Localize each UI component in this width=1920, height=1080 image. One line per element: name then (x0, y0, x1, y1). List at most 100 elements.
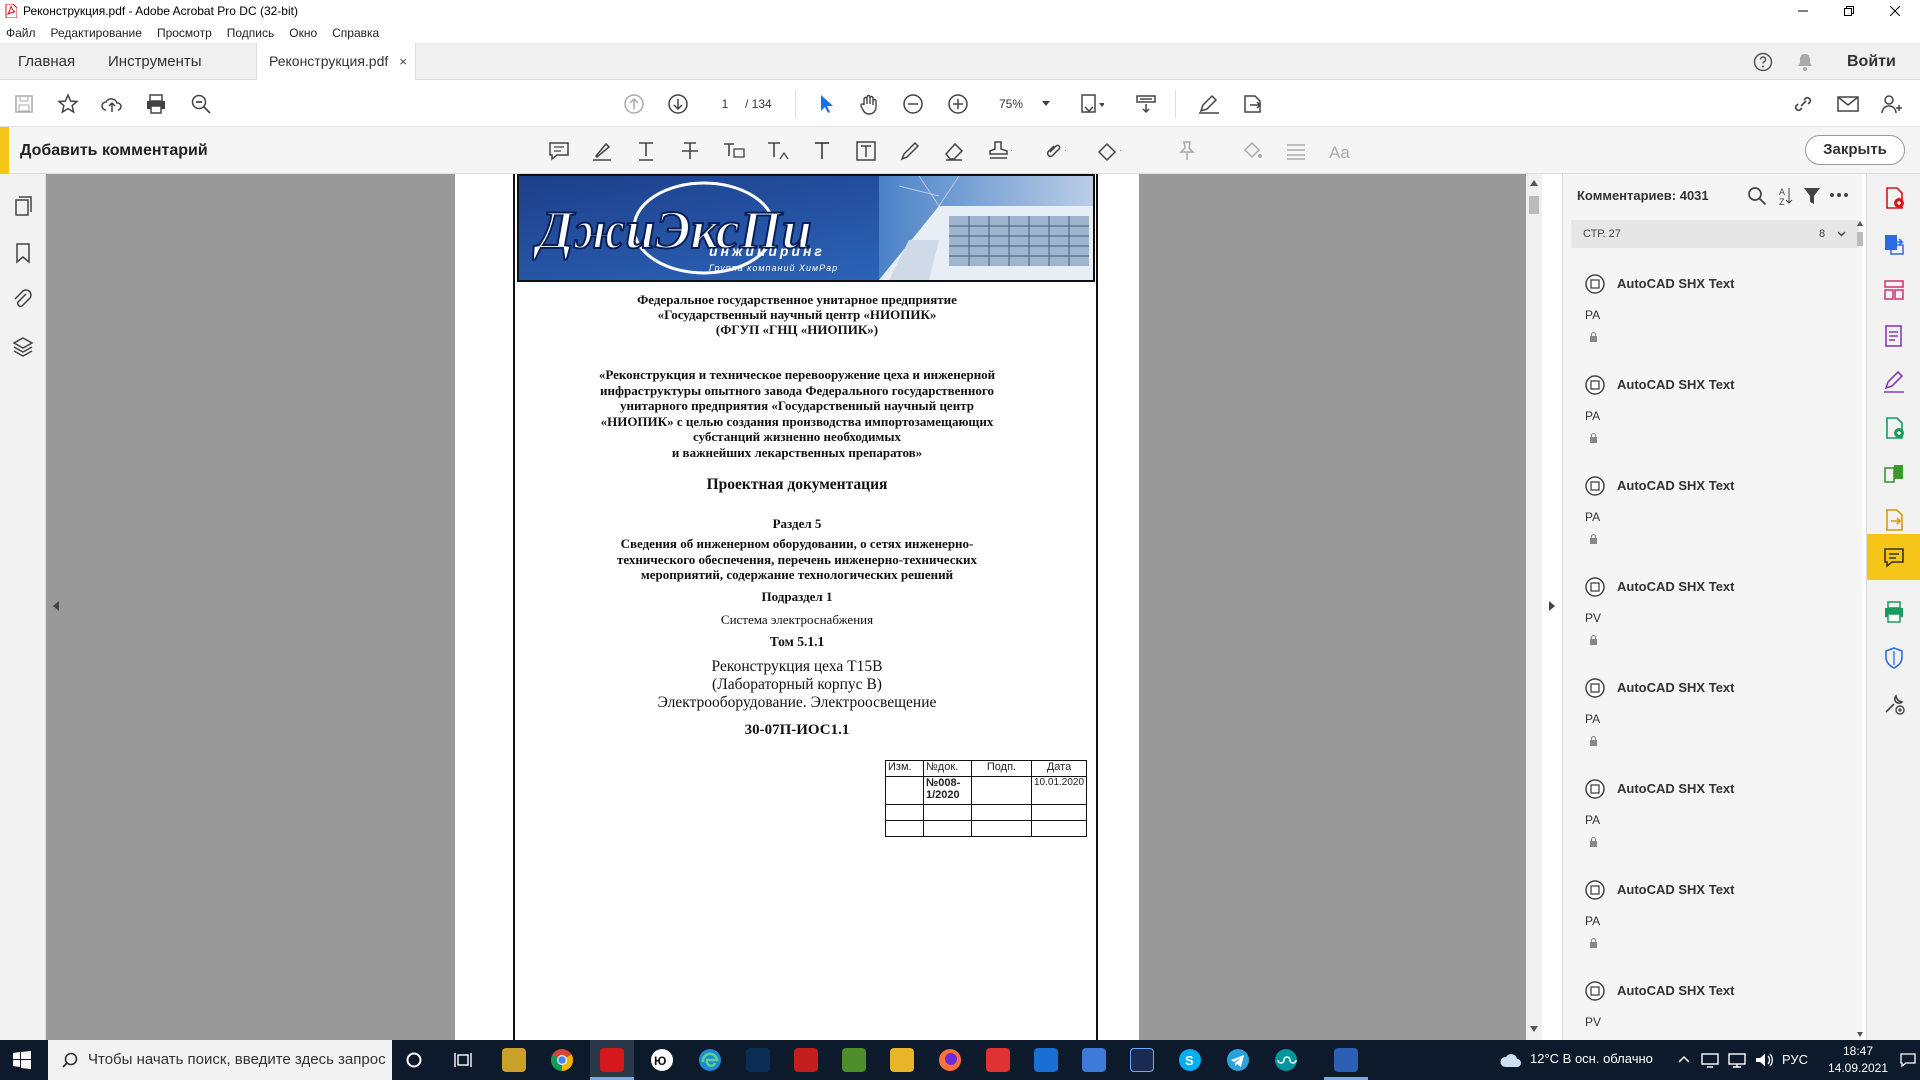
document-canvas[interactable]: ДжиЭксПи инжиниринг Группа компаний ХимР… (46, 174, 1555, 1040)
notification-center-icon[interactable] (1900, 1052, 1916, 1068)
tab-document[interactable]: Реконструкция.pdf × (256, 43, 416, 80)
protect-shield-icon[interactable] (1882, 646, 1906, 670)
previous-page-button[interactable] (622, 92, 646, 116)
bookmarks-icon[interactable] (11, 241, 35, 265)
cortana-circle-icon[interactable] (406, 1052, 422, 1068)
weather-text[interactable]: 12°C В осн. облачно (1530, 1051, 1653, 1066)
tab-home[interactable]: Главная (18, 43, 75, 80)
document-scrollbar[interactable] (1526, 174, 1542, 1040)
close-tab-button[interactable]: × (399, 43, 407, 80)
taskbar-app-media[interactable] (1130, 1048, 1154, 1072)
share-button[interactable] (1241, 92, 1265, 116)
comment-item[interactable]: AutoCAD SHX Text PA (1585, 274, 1845, 368)
hand-tool-button[interactable] (857, 92, 881, 116)
more-options-icon[interactable] (1829, 192, 1849, 198)
taskbar-app-disk[interactable] (1082, 1048, 1106, 1072)
select-tool-button[interactable] (814, 92, 838, 116)
sign-in-button[interactable]: Войти (1847, 43, 1896, 80)
menu-sign[interactable]: Подпись (227, 26, 275, 40)
telegram-icon[interactable] (1226, 1048, 1250, 1072)
menu-edit[interactable]: Редактирование (51, 26, 142, 40)
volume-icon[interactable] (1754, 1052, 1774, 1068)
taskbar-app-m[interactable] (986, 1048, 1010, 1072)
chevron-down-icon[interactable] (1837, 231, 1846, 237)
taskbar-app-iu-icon[interactable]: Ю (650, 1048, 674, 1072)
line-width-tool[interactable] (1284, 139, 1308, 163)
taskbar-active-acrobat[interactable] (590, 1040, 634, 1080)
help-icon[interactable] (1753, 52, 1773, 72)
comment-item[interactable]: AutoCAD SHX Text PA (1585, 476, 1845, 570)
sticky-note-tool[interactable] (547, 139, 571, 163)
eraser-tool[interactable] (942, 139, 966, 163)
skype-icon[interactable]: S (1178, 1048, 1202, 1072)
create-pdf-icon[interactable] (1882, 416, 1906, 440)
taskbar-app-green[interactable] (842, 1048, 866, 1072)
chrome-icon[interactable] (550, 1048, 574, 1072)
sign-button[interactable] (1197, 92, 1221, 116)
task-view-icon[interactable] (454, 1052, 472, 1068)
windows-start-icon[interactable] (13, 1051, 31, 1069)
send-for-review-icon[interactable] (1882, 508, 1906, 532)
zoom-out-button[interactable] (901, 92, 925, 116)
close-comment-button[interactable]: Закрыть (1805, 135, 1905, 165)
taskbar-word[interactable] (1324, 1040, 1368, 1080)
comment-item[interactable]: AutoCAD SHX Text PA (1585, 779, 1845, 873)
next-page-button[interactable] (666, 92, 690, 116)
menu-help[interactable]: Справка (332, 26, 379, 40)
page-number-input[interactable]: 1 (700, 93, 750, 115)
fill-color-tool[interactable] (1240, 139, 1264, 163)
menu-view[interactable]: Просмотр (157, 26, 212, 40)
comment-item[interactable]: AutoCAD SHX Text PV (1585, 577, 1845, 671)
expand-right-panel-icon[interactable] (1546, 600, 1558, 612)
tray-chevron-up-icon[interactable] (1678, 1055, 1690, 1063)
fill-sign-icon[interactable] (1882, 370, 1906, 394)
restore-button[interactable] (1826, 0, 1872, 22)
share-link-button[interactable] (1792, 92, 1816, 116)
compare-files-icon[interactable] (1882, 462, 1906, 486)
replace-text-tool[interactable] (722, 139, 746, 163)
close-window-button[interactable] (1872, 0, 1918, 22)
scrollbar-thumb[interactable] (1529, 196, 1539, 214)
print-production-icon[interactable] (1882, 600, 1906, 624)
pin-tool[interactable] (1175, 139, 1199, 163)
search-button[interactable] (189, 92, 213, 116)
display-icon[interactable] (1728, 1052, 1746, 1068)
export-pdf-icon[interactable] (1882, 186, 1906, 210)
font-tool[interactable]: Aa (1328, 139, 1352, 163)
upload-button[interactable] (100, 92, 124, 116)
insert-text-tool[interactable] (766, 139, 790, 163)
filter-icon[interactable] (1803, 186, 1821, 206)
comment-tool-icon[interactable] (1882, 546, 1906, 570)
comment-page-group[interactable]: СТР. 27 8 (1571, 220, 1859, 248)
shapes-tool[interactable] (1097, 139, 1121, 163)
network-icon[interactable] (1700, 1052, 1720, 1068)
sort-az-icon[interactable]: AZ (1777, 186, 1793, 206)
taskbar-app-autocad[interactable] (794, 1048, 818, 1072)
taskbar-app-winrar[interactable] (502, 1048, 526, 1072)
edit-pdf-icon[interactable] (1882, 324, 1906, 348)
underline-tool[interactable] (634, 139, 658, 163)
clock-date[interactable]: 14.09.2021 (1821, 1061, 1895, 1075)
text-box-tool[interactable] (854, 139, 878, 163)
collapse-left-panel-icon[interactable] (50, 600, 62, 612)
scroll-down-arrow-icon[interactable] (1530, 1026, 1538, 1032)
attach-file-tool[interactable] (1042, 139, 1066, 163)
stamp-tool[interactable] (988, 139, 1012, 163)
notifications-bell-icon[interactable] (1795, 52, 1815, 72)
draw-tool[interactable] (898, 139, 922, 163)
arduino-icon[interactable] (1274, 1048, 1298, 1072)
tab-tools[interactable]: Инструменты (108, 43, 202, 80)
strikethrough-tool[interactable] (678, 139, 702, 163)
add-text-tool[interactable] (810, 139, 834, 163)
minimize-button[interactable] (1780, 0, 1826, 22)
highlight-tool[interactable] (590, 139, 614, 163)
scroll-up-arrow-icon[interactable] (1530, 180, 1538, 186)
menu-file[interactable]: Файл (6, 26, 36, 40)
page-fit-button[interactable] (1080, 92, 1104, 116)
taskbar-app-v[interactable] (746, 1048, 770, 1072)
menu-window[interactable]: Окно (289, 26, 317, 40)
print-button[interactable] (144, 92, 168, 116)
comment-item[interactable]: AutoCAD SHX Text PA (1585, 375, 1845, 469)
convert-pdf-icon[interactable] (1882, 232, 1906, 256)
zoom-in-button[interactable] (946, 92, 970, 116)
